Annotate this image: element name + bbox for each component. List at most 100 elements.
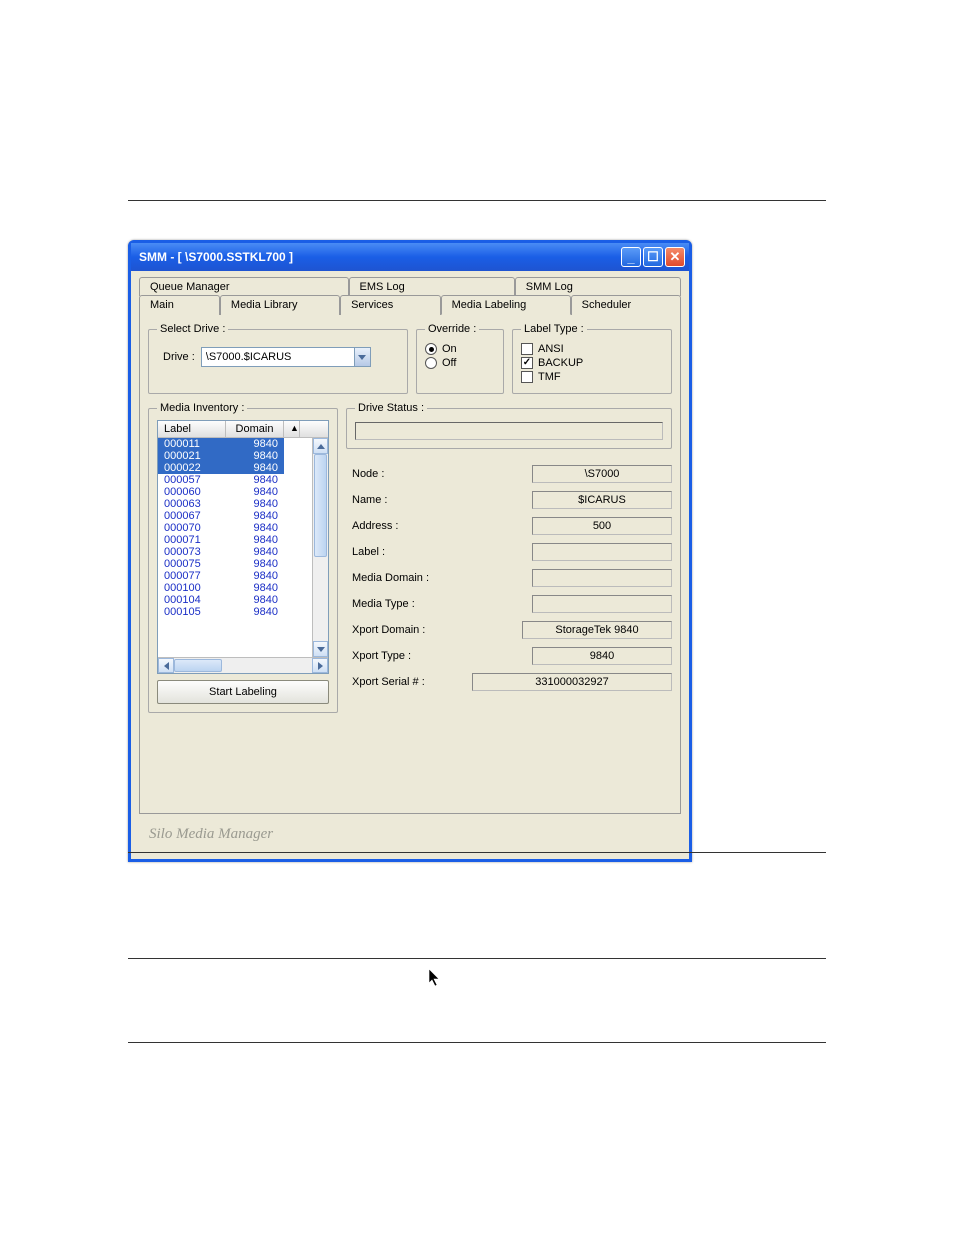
table-row[interactable]: 0000779840	[158, 570, 312, 582]
table-row[interactable]: 0000639840	[158, 498, 312, 510]
drive-input[interactable]	[202, 348, 354, 366]
list-header[interactable]: Label Domain ▲	[158, 421, 328, 438]
drive-dropdown[interactable]	[201, 347, 371, 367]
table-row[interactable]: 0000679840	[158, 510, 312, 522]
label-type-group: Label Type : ANSI BACKUP TMF	[512, 323, 672, 394]
dropdown-arrow-icon[interactable]	[354, 348, 370, 366]
tab-queue-manager[interactable]: Queue Manager	[139, 277, 349, 296]
smm-window: SMM - [ \S7000.SSTKL700 ] _ ☐ ✕ Queue Ma…	[128, 240, 692, 862]
cell-label: 000011	[158, 438, 226, 450]
scroll-down-button[interactable]	[313, 641, 328, 657]
hscroll-track[interactable]	[174, 658, 312, 673]
info-label: Label :	[352, 546, 452, 558]
tabs-row-back: Queue Manager EMS Log SMM Log	[139, 277, 681, 296]
media-inventory-list[interactable]: Label Domain ▲ 0000119840000021984000002…	[157, 420, 329, 674]
info-row: Media Domain :	[352, 565, 672, 591]
vertical-scrollbar[interactable]	[312, 438, 328, 657]
cell-label: 000057	[158, 474, 226, 486]
table-row[interactable]: 0000229840	[158, 462, 312, 474]
scroll-left-button[interactable]	[158, 658, 174, 673]
table-row[interactable]: 0000609840	[158, 486, 312, 498]
info-label: Media Type :	[352, 598, 452, 610]
info-row: Name :$ICARUS	[352, 487, 672, 513]
drive-info-grid: Node :\S7000Name :$ICARUSAddress :500Lab…	[346, 455, 672, 695]
tab-ems-log[interactable]: EMS Log	[349, 277, 515, 296]
info-row: Label :	[352, 539, 672, 565]
tab-media-library[interactable]: Media Library	[220, 295, 340, 315]
table-row[interactable]: 0000709840	[158, 522, 312, 534]
override-legend: Override :	[425, 323, 479, 335]
horizontal-scrollbar[interactable]	[158, 657, 328, 673]
tab-scheduler[interactable]: Scheduler	[571, 295, 681, 315]
cell-domain: 9840	[226, 486, 284, 498]
info-value: $ICARUS	[532, 491, 672, 509]
window-title: SMM - [ \S7000.SSTKL700 ]	[139, 250, 621, 264]
scroll-right-button[interactable]	[312, 658, 328, 673]
col-header-label[interactable]: Label	[158, 421, 226, 437]
table-row[interactable]: 0001059840	[158, 606, 312, 618]
table-row[interactable]: 0001009840	[158, 582, 312, 594]
table-row[interactable]: 0000119840	[158, 438, 312, 450]
radio-off-icon	[425, 357, 437, 369]
info-value	[532, 595, 672, 613]
checkbox-icon	[521, 357, 533, 369]
table-row[interactable]: 0000219840	[158, 450, 312, 462]
info-label: Xport Serial # :	[352, 676, 452, 688]
divider	[128, 200, 826, 201]
info-row: Xport Domain :StorageTek 9840	[352, 617, 672, 643]
table-row[interactable]: 0000759840	[158, 558, 312, 570]
info-label: Media Domain :	[352, 572, 452, 584]
cell-domain: 9840	[226, 498, 284, 510]
table-row[interactable]: 0000719840	[158, 534, 312, 546]
tab-main[interactable]: Main	[139, 295, 220, 315]
scroll-track[interactable]	[313, 454, 328, 641]
cell-label: 000060	[158, 486, 226, 498]
cell-label: 000021	[158, 450, 226, 462]
scroll-thumb[interactable]	[314, 454, 327, 557]
start-labeling-button[interactable]: Start Labeling	[157, 680, 329, 704]
close-button[interactable]: ✕	[665, 247, 685, 267]
info-value: 9840	[532, 647, 672, 665]
labeltype-backup-checkbox[interactable]: BACKUP	[521, 357, 663, 369]
info-value: \S7000	[532, 465, 672, 483]
table-row[interactable]: 0001049840	[158, 594, 312, 606]
media-inventory-legend: Media Inventory :	[157, 402, 247, 414]
labeltype-tmf-checkbox[interactable]: TMF	[521, 371, 663, 383]
tab-services[interactable]: Services	[340, 295, 441, 315]
info-value	[532, 543, 672, 561]
minimize-button[interactable]: _	[621, 247, 641, 267]
title-bar[interactable]: SMM - [ \S7000.SSTKL700 ] _ ☐ ✕	[131, 243, 689, 271]
label-type-legend: Label Type :	[521, 323, 587, 335]
tab-smm-log[interactable]: SMM Log	[515, 277, 681, 296]
tab-body-media-labeling: Select Drive : Drive : Override :	[139, 314, 681, 814]
footer-brand: Silo Media Manager	[139, 814, 681, 849]
cell-domain: 9840	[226, 474, 284, 486]
maximize-button[interactable]: ☐	[643, 247, 663, 267]
hscroll-thumb[interactable]	[174, 659, 222, 672]
cell-domain: 9840	[226, 546, 284, 558]
override-on-radio[interactable]: On	[425, 343, 495, 355]
scroll-up-button[interactable]	[313, 438, 328, 454]
labeltype-ansi-checkbox[interactable]: ANSI	[521, 343, 663, 355]
cell-label: 000100	[158, 582, 226, 594]
cell-label: 000070	[158, 522, 226, 534]
select-drive-legend: Select Drive :	[157, 323, 228, 335]
info-row: Xport Type : 9840	[352, 643, 672, 669]
checkbox-icon	[521, 343, 533, 355]
drive-status-group: Drive Status :	[346, 402, 672, 449]
checkbox-icon	[521, 371, 533, 383]
tab-media-labeling[interactable]: Media Labeling	[441, 295, 571, 315]
radio-on-icon	[425, 343, 437, 355]
cell-domain: 9840	[226, 558, 284, 570]
table-row[interactable]: 0000579840	[158, 474, 312, 486]
info-label: Xport Type :	[352, 650, 452, 662]
override-group: Override : On Off	[416, 323, 504, 394]
info-label: Address :	[352, 520, 452, 532]
cell-domain: 9840	[226, 522, 284, 534]
col-header-domain[interactable]: Domain	[226, 421, 284, 437]
sort-indicator-icon[interactable]: ▲	[284, 421, 300, 437]
table-row[interactable]: 0000739840	[158, 546, 312, 558]
override-off-radio[interactable]: Off	[425, 357, 495, 369]
cell-label: 000022	[158, 462, 226, 474]
cell-domain: 9840	[226, 510, 284, 522]
